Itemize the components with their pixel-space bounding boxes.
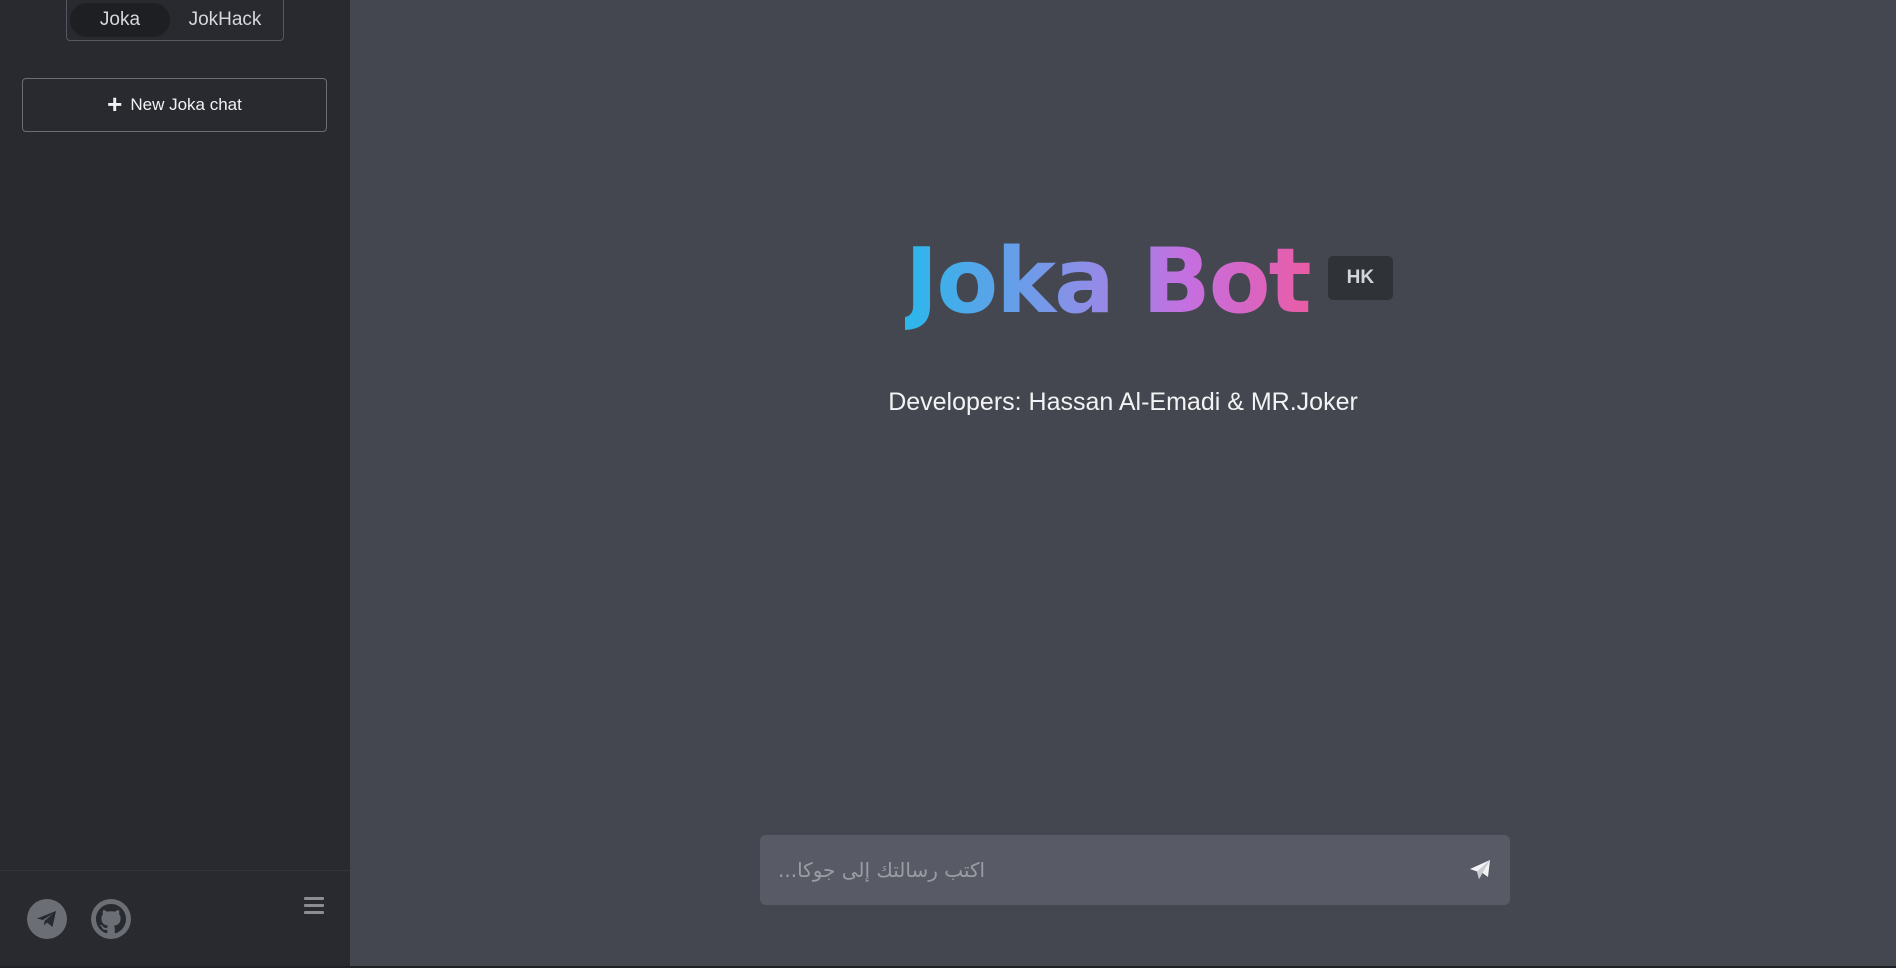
menu-line xyxy=(304,904,324,907)
menu-line xyxy=(304,911,324,914)
tab-joka[interactable]: Joka xyxy=(70,2,170,37)
sidebar: Joka JokHack + New Joka chat xyxy=(0,0,350,966)
new-chat-button[interactable]: + New Joka chat xyxy=(22,78,327,132)
title-row: Joka Bot HK xyxy=(350,232,1896,331)
hk-badge: HK xyxy=(1327,255,1394,300)
send-button[interactable] xyxy=(1450,835,1510,905)
paper-plane-icon xyxy=(1470,860,1490,879)
sidebar-footer xyxy=(0,870,350,966)
chat-input-bar xyxy=(760,835,1510,905)
main-area: Joka Bot HK Developers: Hassan Al-Emadi … xyxy=(350,0,1896,966)
developers-credit: Developers: Hassan Al-Emadi & MR.Joker xyxy=(888,388,1358,416)
mode-switch: Joka JokHack xyxy=(66,0,284,41)
plus-icon: + xyxy=(107,88,123,119)
app-window: Joka JokHack + New Joka chat Joka Bot HK… xyxy=(0,0,1896,968)
tab-jokhack[interactable]: JokHack xyxy=(170,3,280,37)
menu-line xyxy=(304,897,324,900)
chat-input[interactable] xyxy=(760,835,1450,905)
menu-icon[interactable] xyxy=(304,897,324,915)
telegram-icon[interactable] xyxy=(27,899,67,939)
new-chat-label: New Joka chat xyxy=(130,95,242,114)
github-icon[interactable] xyxy=(91,899,131,939)
app-title: Joka Bot xyxy=(904,229,1312,334)
